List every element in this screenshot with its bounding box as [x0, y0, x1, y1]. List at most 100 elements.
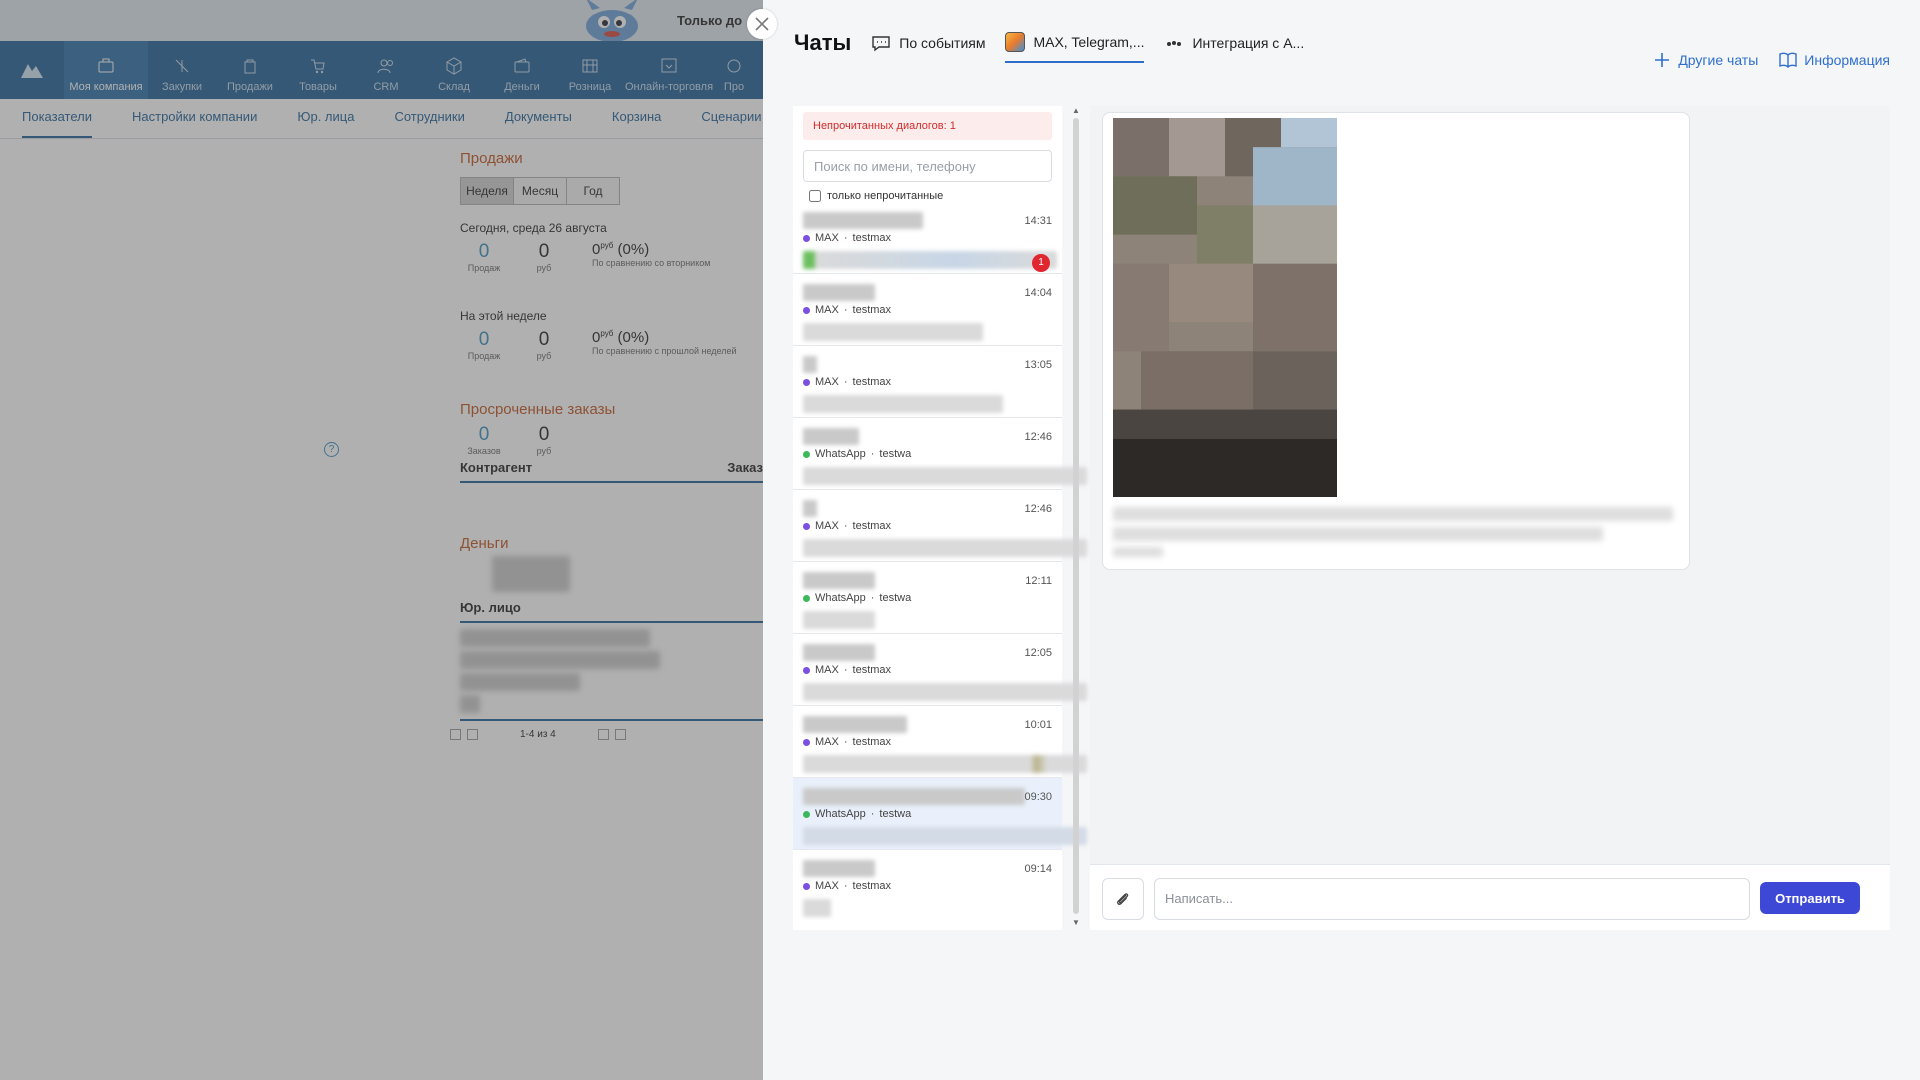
contact-name-blurred: [803, 284, 875, 301]
scroll-up-icon[interactable]: ▲: [1072, 106, 1080, 116]
channel-dot: [803, 882, 810, 890]
unread-only-filter[interactable]: только непрочитанные: [809, 190, 1062, 202]
chat-time: 10:01: [1024, 719, 1052, 731]
paperclip-icon: [1117, 893, 1129, 905]
search-input[interactable]: [803, 150, 1052, 182]
chat-item[interactable]: 10:01 MAX · testmax: [793, 706, 1087, 778]
channel-name: WhatsApp: [815, 808, 866, 820]
chat-panel: Чаты По событиям MAX, Telegram,... Интег…: [747, 0, 1920, 1080]
last-message-blurred: [803, 539, 1087, 557]
channel-name: MAX: [815, 232, 839, 244]
chat-item[interactable]: 09:14 MAX · testmax: [793, 850, 1062, 922]
chat-source: MAX · testmax: [803, 735, 1052, 749]
channel-account: testmax: [852, 232, 892, 244]
chat-list-scrollbar[interactable]: ▲ ▼: [1072, 106, 1080, 928]
contact-name-blurred: [803, 644, 875, 661]
chat-item[interactable]: 12:46 WhatsApp · testwa: [793, 418, 1087, 490]
last-message-blurred: [803, 251, 1057, 269]
chat-source: WhatsApp · testwa: [803, 807, 1052, 821]
chat-time: 13:05: [1024, 359, 1052, 371]
contact-name-blurred: [803, 212, 923, 229]
other-chats-link[interactable]: Другие чаты: [1652, 50, 1758, 70]
channel-dot: [803, 234, 810, 242]
tab-messengers[interactable]: MAX, Telegram,...: [1005, 23, 1145, 63]
last-message-blurred: [803, 683, 1087, 701]
link-label: Другие чаты: [1678, 52, 1759, 68]
message-composer: Отправить: [1090, 864, 1890, 930]
last-message-blurred: [803, 827, 1087, 845]
close-icon: [755, 17, 769, 31]
channel-dot: [803, 450, 810, 458]
close-panel-button[interactable]: [747, 9, 777, 39]
channel-name: MAX: [815, 376, 839, 388]
background-app: Только до Моя компания Закупки Продажи Т…: [0, 0, 763, 1080]
tab-avito-integration[interactable]: Интеграция с А...: [1164, 23, 1304, 63]
channel-name: MAX: [815, 520, 839, 532]
chat-source: WhatsApp · testwa: [803, 591, 1052, 605]
panel-title: Чаты: [794, 30, 852, 55]
chat-source: MAX · testmax: [803, 519, 1052, 533]
app-icon: [1005, 32, 1026, 52]
modal-overlay[interactable]: [0, 0, 763, 1080]
chat-time: 09:30: [1024, 791, 1052, 803]
chat-source: MAX · testmax: [803, 231, 1052, 245]
attach-button[interactable]: [1102, 878, 1144, 920]
chat-item-selected[interactable]: 09:30 WhatsApp · testwa: [793, 778, 1087, 850]
channel-dot: [803, 738, 810, 746]
chat-item[interactable]: 12:11 WhatsApp · testwa: [793, 562, 1062, 634]
chat-item[interactable]: 12:05 MAX · testmax: [793, 634, 1087, 706]
scroll-down-icon[interactable]: ▼: [1072, 918, 1080, 928]
channel-name: MAX: [815, 664, 839, 676]
message-bubble: [1102, 112, 1690, 570]
chat-time: 09:14: [1024, 863, 1052, 875]
chat-item[interactable]: 14:04 MAX · testmax: [793, 274, 1062, 346]
unread-only-checkbox[interactable]: [809, 190, 821, 202]
contact-name-blurred: [803, 716, 907, 733]
contact-name-blurred: [803, 788, 1025, 805]
contact-name-blurred: [803, 356, 817, 373]
contact-name-blurred: [803, 860, 875, 877]
attached-image-pixelated[interactable]: [1113, 118, 1337, 497]
chat-time: 12:11: [1025, 575, 1052, 587]
scroll-thumb[interactable]: [1073, 118, 1079, 914]
channel-name: MAX: [815, 304, 839, 316]
contact-name-blurred: [803, 572, 875, 589]
chat-source: MAX · testmax: [803, 375, 1052, 389]
send-button[interactable]: Отправить: [1760, 882, 1860, 914]
chat-source: MAX · testmax: [803, 663, 1052, 677]
chat-item[interactable]: 12:46 MAX · testmax: [793, 490, 1087, 562]
chat-time: 14:31: [1024, 215, 1052, 227]
tab-label: По событиям: [899, 35, 986, 51]
unread-banner: Непрочитанных диалогов: 1: [803, 112, 1052, 140]
channel-dot: [803, 810, 810, 818]
channel-account: testmax: [852, 304, 892, 316]
chat-bubble-icon: [872, 36, 890, 52]
unread-only-label: только непрочитанные: [827, 190, 944, 202]
channel-dot: [803, 594, 810, 602]
last-message-blurred: [803, 467, 1087, 485]
last-message-blurred: [803, 899, 831, 917]
avito-icon: [1167, 41, 1182, 46]
message-area: [1090, 106, 1890, 864]
header-links: Другие чаты Информация: [1652, 50, 1890, 70]
channel-account: testmax: [852, 376, 892, 388]
last-message-blurred: [803, 395, 1003, 413]
channel-dot: [803, 666, 810, 674]
channel-dot: [803, 378, 810, 386]
chat-time: 14:04: [1024, 287, 1052, 299]
info-link[interactable]: Информация: [1778, 50, 1890, 70]
panel-header: Чаты По событиям MAX, Telegram,... Интег…: [763, 0, 1920, 86]
channel-account: testmax: [852, 736, 892, 748]
plus-icon: [1655, 53, 1670, 67]
channel-name: MAX: [815, 880, 839, 892]
chat-item[interactable]: 14:31 MAX · testmax 1: [793, 202, 1062, 274]
message-text-blurred: [1113, 507, 1673, 563]
channel-account: testwa: [879, 808, 912, 820]
channel-account: testwa: [879, 448, 912, 460]
last-message-blurred: [803, 611, 875, 629]
message-input[interactable]: [1154, 878, 1750, 920]
chat-item[interactable]: 13:05 MAX · testmax: [793, 346, 1062, 418]
channel-name: MAX: [815, 736, 839, 748]
last-message-blurred: [803, 323, 983, 341]
tab-by-events[interactable]: По событиям: [871, 23, 985, 63]
